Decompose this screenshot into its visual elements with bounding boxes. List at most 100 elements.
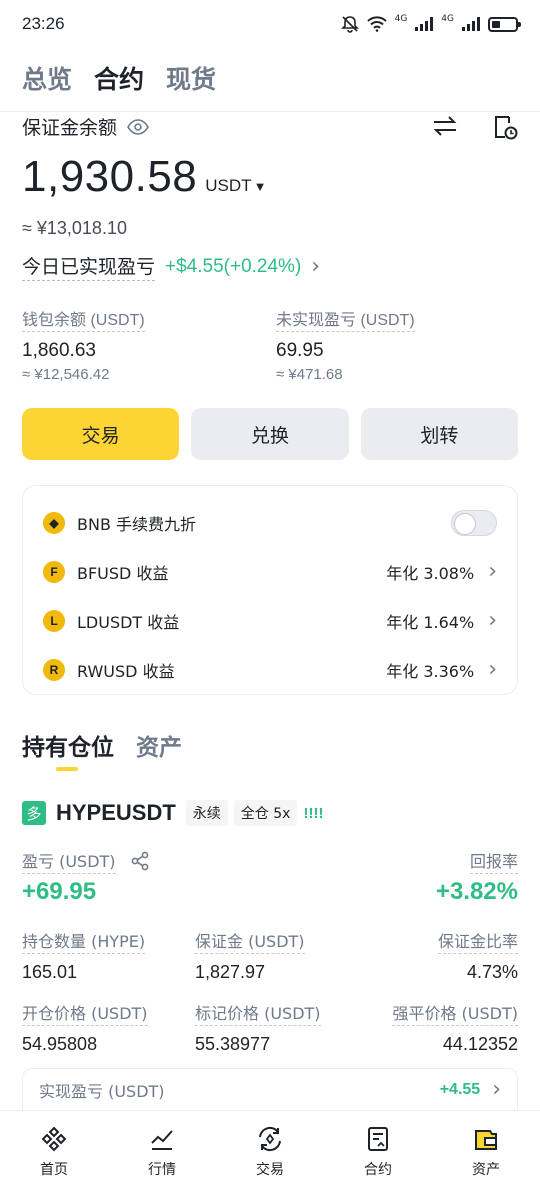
history-icon[interactable] <box>492 114 518 140</box>
balance-value: 1,930.58 <box>22 152 198 201</box>
top-tabs: 总览 合约 现货 <box>22 60 216 96</box>
earn-row-ldusdt[interactable]: L LDUSDT 收益 年化 1.64% › <box>43 596 497 645</box>
chevron-right-icon: › <box>492 1076 501 1102</box>
convert-button[interactable]: 兑换 <box>191 408 349 460</box>
wallet-balance: 钱包余额 (USDT) 1,860.63 ≈ ¥12,546.42 <box>22 306 145 383</box>
caret-down-icon: ▼ <box>253 179 267 194</box>
unrealized-pnl-cny: ≈ ¥471.68 <box>276 366 343 383</box>
battery-icon <box>488 16 521 32</box>
nav-markets[interactable]: 行情 <box>108 1111 216 1200</box>
position-stats-row-1: 持仓数量 (HYPE) 165.01 保证金 (USDT) 1,827.97 保… <box>22 928 518 983</box>
adl-indicator: !!!! <box>303 804 324 822</box>
nav-futures[interactable]: 合约 <box>324 1111 432 1200</box>
chevron-right-icon: › <box>488 607 497 633</box>
bell-off-icon <box>340 16 359 33</box>
nav-label: 交易 <box>256 1162 284 1178</box>
bfusd-coin-icon: F <box>43 560 65 583</box>
tab-assets[interactable]: 资产 <box>136 728 182 762</box>
earn-row-bfusd[interactable]: F BFUSD 收益 年化 3.08% › <box>43 547 497 596</box>
mark-price-label[interactable]: 标记价格 (USDT) <box>195 1000 321 1026</box>
trade-button[interactable]: 交易 <box>22 408 180 460</box>
pnl-value: +69.95 <box>22 878 97 905</box>
tab-positions[interactable]: 持有仓位 <box>22 728 114 762</box>
wifi-icon <box>366 16 387 32</box>
share-icon[interactable] <box>130 851 150 871</box>
margin-ratio-label[interactable]: 保证金比率 <box>437 928 518 954</box>
network-type-label-2: 4G <box>441 13 454 24</box>
wallet-balance-cny: ≈ ¥12,546.42 <box>22 366 110 383</box>
entry-price-label[interactable]: 开仓价格 (USDT) <box>22 1000 148 1026</box>
realized-pnl-value: +4.55 <box>439 1080 481 1098</box>
unrealized-pnl-value: 69.95 <box>276 340 324 361</box>
pnl-label-row: 盈亏 (USDT) <box>22 848 150 874</box>
balance-display: 1,930.58 USDT ▼ <box>22 152 266 202</box>
active-tab-indicator <box>56 767 78 771</box>
position-header[interactable]: 多 HYPEUSDT 永续 全仓 5x !!!! <box>22 800 323 826</box>
balance-tools <box>432 114 518 140</box>
mark-price: 标记价格 (USDT) 55.38977 <box>195 1000 365 1055</box>
eye-icon[interactable] <box>127 118 149 135</box>
status-icons: 4G 4G <box>340 13 521 33</box>
today-pnl-value: +$4.55(+0.24%) <box>165 255 302 277</box>
position-margin: 保证金 (USDT) 1,827.97 <box>195 928 365 983</box>
mark-price-value: 55.38977 <box>195 1034 271 1054</box>
position-size-value: 165.01 <box>22 962 78 982</box>
margin-balance-label: 保证金余额 <box>22 117 118 139</box>
wallet-balance-label[interactable]: 钱包余额 (USDT) <box>22 306 145 332</box>
earn-row-rate: 年化 3.36% <box>386 661 475 681</box>
position-symbol: HYPEUSDT <box>56 800 176 825</box>
margin-balance-title: 保证金余额 <box>22 113 149 140</box>
entry-price: 开仓价格 (USDT) 54.95808 <box>22 1000 192 1055</box>
earn-row-label: BFUSD 收益 <box>77 563 169 583</box>
nav-label: 资产 <box>472 1162 500 1178</box>
tab-futures[interactable]: 合约 <box>94 60 144 96</box>
nav-assets[interactable]: 资产 <box>432 1111 540 1200</box>
unrealized-pnl: 未实现盈亏 (USDT) 69.95 ≈ ¥471.68 <box>276 306 415 383</box>
futures-icon <box>368 1127 388 1151</box>
markets-icon <box>151 1130 173 1150</box>
nav-trade[interactable]: 交易 <box>216 1111 324 1200</box>
status-bar: 23:26 4G 4G <box>0 0 540 48</box>
chevron-right-icon: › <box>311 253 321 279</box>
position-stats-row-2: 开仓价格 (USDT) 54.95808 标记价格 (USDT) 55.3897… <box>22 1000 518 1055</box>
balance-unit-selector[interactable]: USDT ▼ <box>205 176 266 196</box>
swap-icon[interactable] <box>432 114 458 138</box>
nav-label: 合约 <box>364 1162 392 1178</box>
tab-spot[interactable]: 现货 <box>166 60 216 96</box>
earn-row-rwusd[interactable]: R RWUSD 收益 年化 3.36% › <box>43 645 497 694</box>
nav-home[interactable]: 首页 <box>0 1111 108 1200</box>
position-size: 持仓数量 (HYPE) 165.01 <box>22 928 192 983</box>
bnb-coin-icon: ◆ <box>43 511 65 534</box>
today-pnl-label: 今日已实现盈亏 <box>22 252 156 281</box>
assets-icon <box>475 1130 497 1150</box>
earn-card: ◆ BNB 手续费九折 F BFUSD 收益 年化 3.08% › L LDUS… <box>22 485 518 695</box>
bnb-discount-label: BNB 手续费九折 <box>77 514 197 534</box>
realized-pnl-row[interactable]: 实现盈亏 (USDT) +4.55 › <box>22 1068 518 1110</box>
status-time: 23:26 <box>22 14 65 33</box>
section-tabs: 持有仓位 资产 <box>22 728 182 762</box>
earn-row-label: RWUSD 收益 <box>77 661 175 681</box>
nav-label: 首页 <box>40 1162 68 1178</box>
transfer-button[interactable]: 划转 <box>360 408 518 460</box>
liquidation-price-label[interactable]: 强平价格 (USDT) <box>392 1000 518 1026</box>
rwusd-coin-icon: R <box>43 658 65 681</box>
nav-label: 行情 <box>148 1162 176 1178</box>
liquidation-price-value: 44.12352 <box>442 1034 518 1054</box>
tab-overview[interactable]: 总览 <box>22 60 72 96</box>
earn-row-rate: 年化 3.08% <box>386 563 475 583</box>
unrealized-pnl-label[interactable]: 未实现盈亏 (USDT) <box>276 306 415 332</box>
roe-label: 回报率 <box>469 848 518 874</box>
margin-mode-chip[interactable]: 全仓 5x <box>233 800 298 826</box>
chevron-right-icon: › <box>488 558 497 584</box>
today-pnl-row[interactable]: 今日已实现盈亏 +$4.55(+0.24%) › <box>22 252 320 281</box>
realized-pnl-label: 实现盈亏 (USDT) <box>39 1081 165 1101</box>
ldusdt-coin-icon: L <box>43 609 65 632</box>
roe-value: +3.82% <box>435 878 518 905</box>
position-size-label[interactable]: 持仓数量 (HYPE) <box>22 928 146 954</box>
earn-row-label: LDUSDT 收益 <box>77 612 180 632</box>
long-side-badge: 多 <box>22 801 46 825</box>
signal-icon-2 <box>462 17 480 31</box>
header-divider <box>0 111 540 112</box>
position-margin-label[interactable]: 保证金 (USDT) <box>195 928 305 954</box>
bnb-discount-toggle[interactable] <box>451 509 497 536</box>
